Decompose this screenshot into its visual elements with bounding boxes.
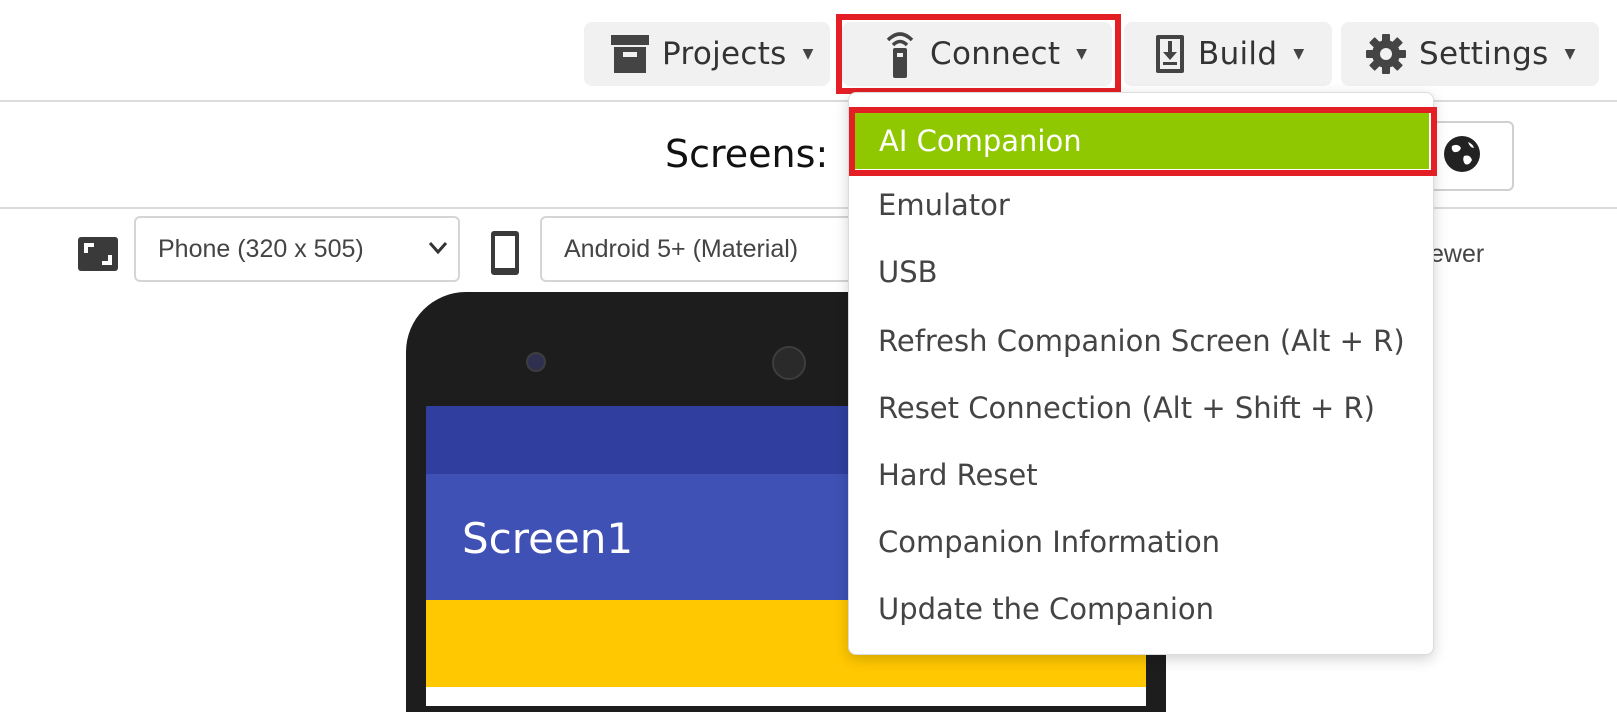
screen-title: Screen1 xyxy=(462,514,634,563)
archive-box-icon xyxy=(610,33,650,75)
phone-speaker xyxy=(772,346,806,380)
theme-select[interactable]: Android 5+ (Material) xyxy=(540,216,860,282)
menu-item-update-companion[interactable]: Update the Companion xyxy=(878,592,1214,626)
chevron-down-icon: ▼ xyxy=(1564,46,1576,62)
menu-item-emulator[interactable]: Emulator xyxy=(878,188,1010,222)
menu-item-usb[interactable]: USB xyxy=(878,255,938,289)
settings-menu-button[interactable]: Settings ▼ xyxy=(1341,22,1599,86)
menu-item-companion-information[interactable]: Companion Information xyxy=(878,525,1220,559)
menu-item-hard-reset[interactable]: Hard Reset xyxy=(878,458,1038,492)
screen-size-value: Phone (320 x 505) xyxy=(158,234,364,263)
theme-value: Android 5+ (Material) xyxy=(564,234,799,263)
menu-item-refresh-companion-screen[interactable]: Refresh Companion Screen (Alt + R) xyxy=(878,324,1405,358)
build-label: Build xyxy=(1198,36,1278,72)
chevron-down-icon xyxy=(428,240,448,259)
globe-icon xyxy=(1442,134,1482,178)
projects-menu-button[interactable]: Projects ▼ xyxy=(584,22,830,86)
connect-label: Connect xyxy=(930,36,1061,72)
connect-dropdown-menu xyxy=(848,92,1434,655)
chevron-down-icon: ▼ xyxy=(1293,46,1305,62)
phone-sensor xyxy=(526,352,546,372)
wireless-signal-icon xyxy=(882,30,918,78)
build-menu-button[interactable]: Build ▼ xyxy=(1124,22,1332,86)
resize-screen-icon xyxy=(78,237,118,275)
settings-label: Settings xyxy=(1419,36,1549,72)
screens-label: Screens: xyxy=(665,132,829,176)
download-box-icon xyxy=(1154,33,1186,75)
viewer-option-text: ewer xyxy=(1430,240,1485,268)
chevron-down-icon: ▼ xyxy=(1076,46,1088,62)
gear-icon xyxy=(1365,33,1407,75)
screen-size-select[interactable]: Phone (320 x 505) xyxy=(134,216,460,282)
chevron-down-icon: ▼ xyxy=(802,46,814,62)
connect-menu-button[interactable]: Connect ▼ xyxy=(842,22,1112,86)
phone-preview-icon xyxy=(490,230,520,280)
menu-item-reset-connection[interactable]: Reset Connection (Alt + Shift + R) xyxy=(878,391,1375,425)
projects-label: Projects xyxy=(662,36,787,72)
menu-item-ai-companion[interactable]: AI Companion xyxy=(853,113,1429,169)
